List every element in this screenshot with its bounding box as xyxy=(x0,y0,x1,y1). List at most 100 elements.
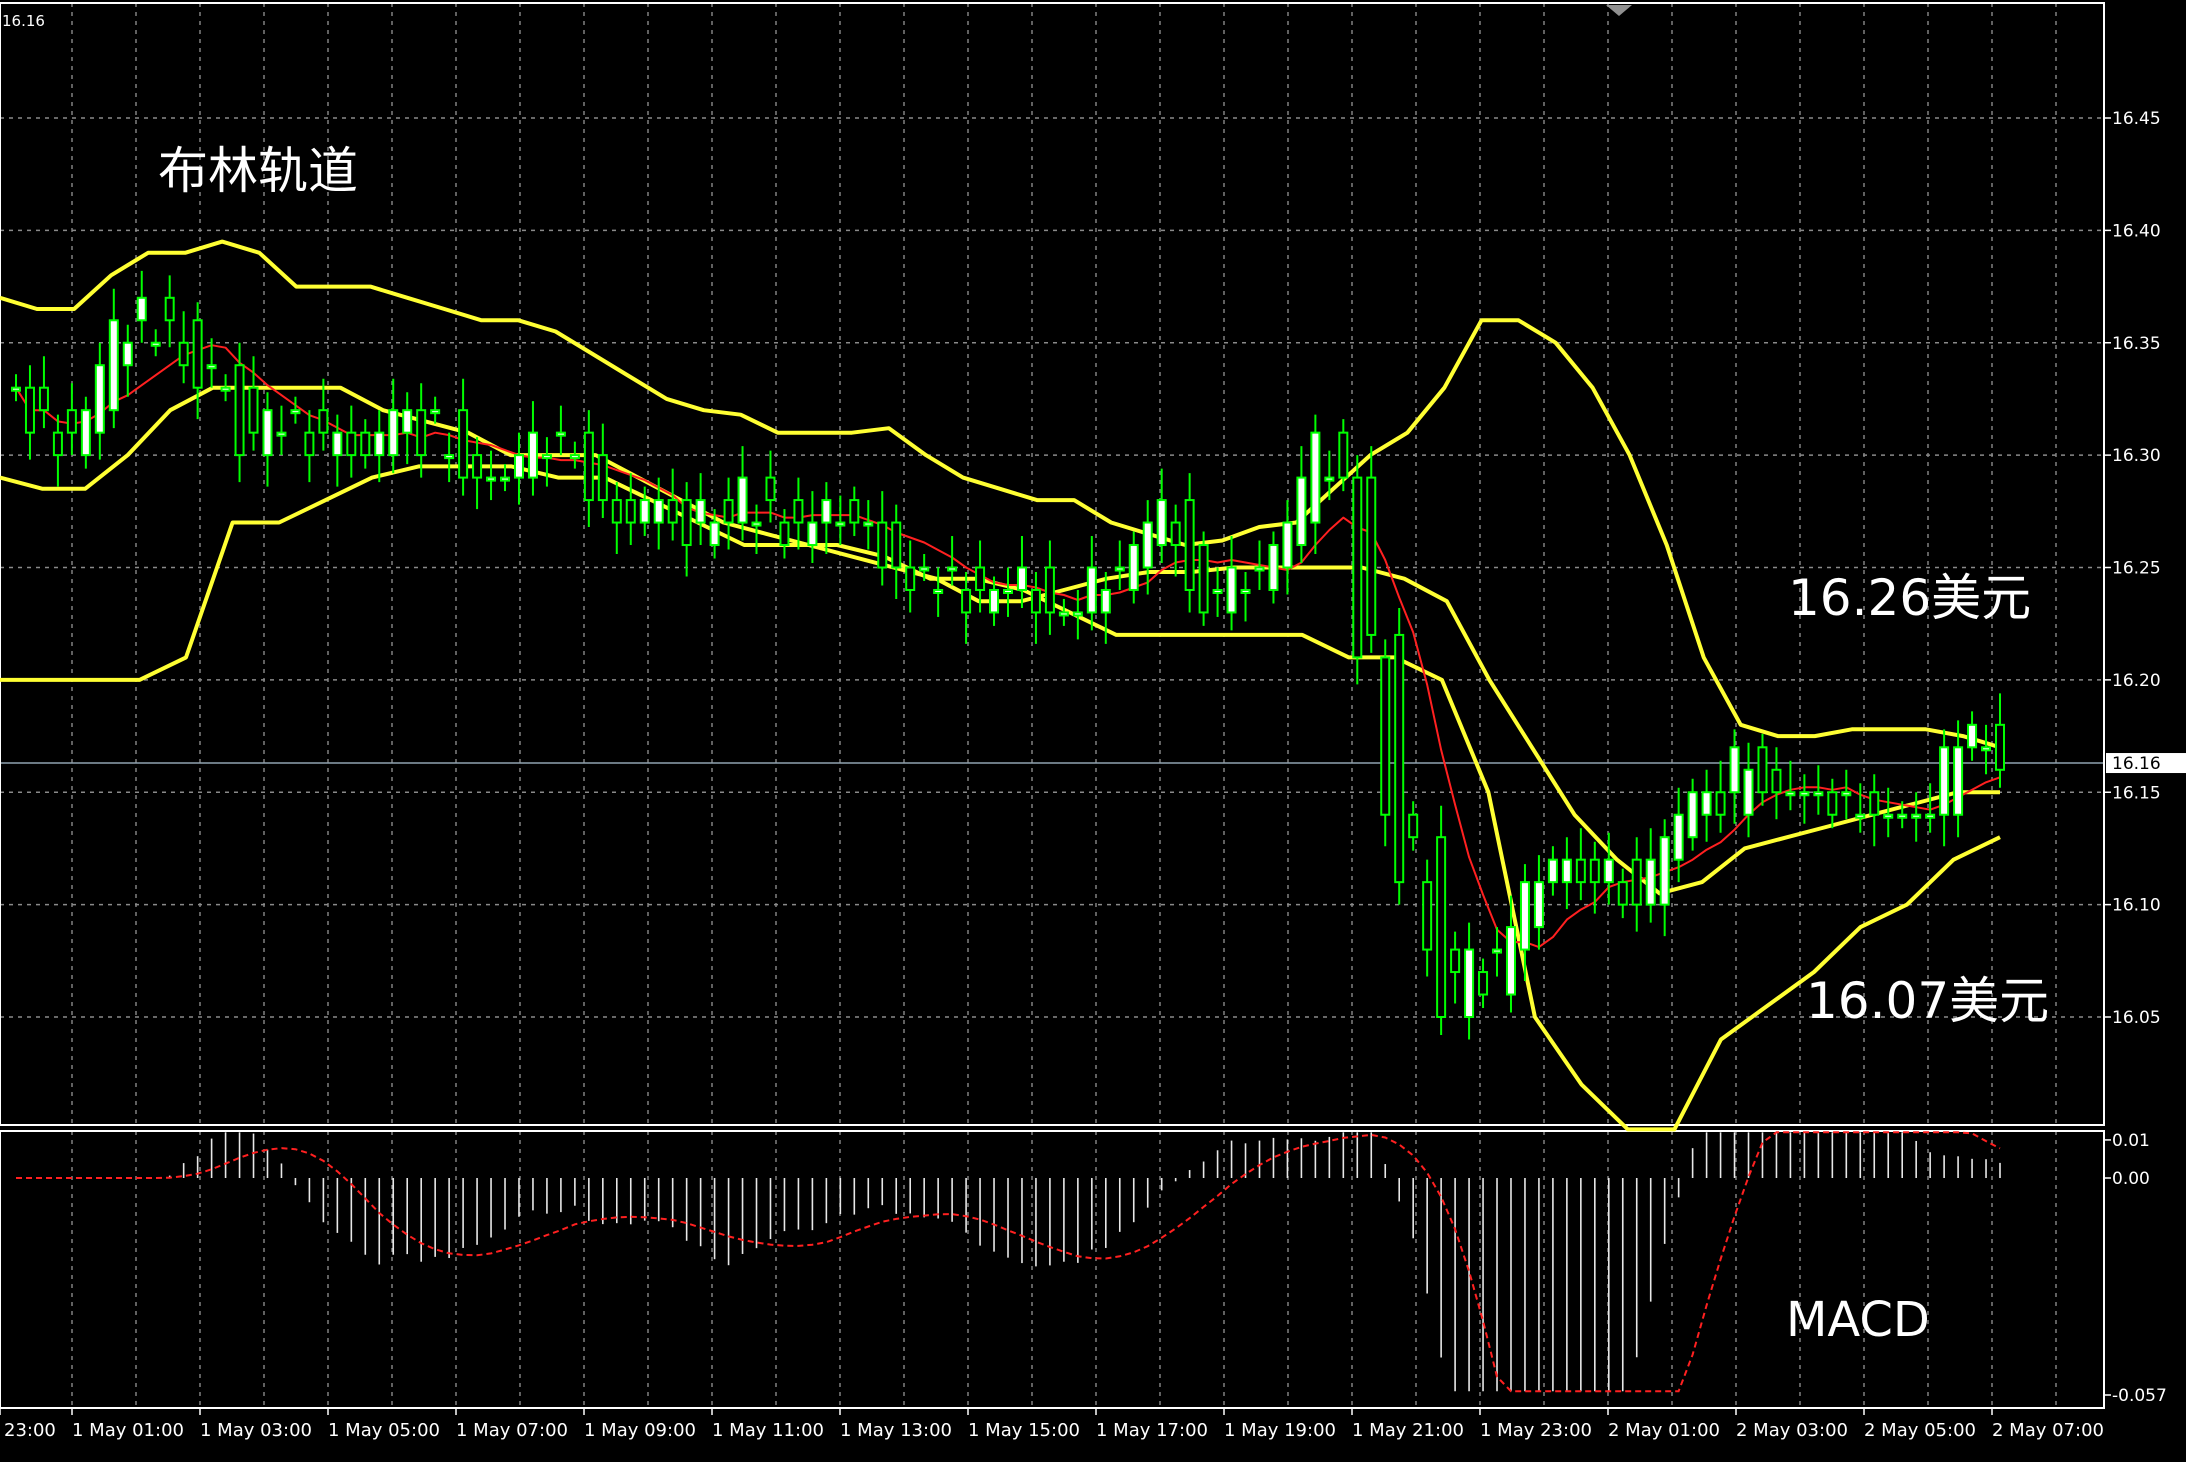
candle-body xyxy=(1184,499,1195,591)
candle-body xyxy=(1352,476,1363,659)
candle-body xyxy=(555,431,566,437)
candle-body xyxy=(1394,633,1405,884)
x-tick-label: 1 May 13:00 xyxy=(840,1420,952,1441)
lower-price-annotation: 16.07美元 xyxy=(1806,972,2049,1030)
candle-body xyxy=(1603,858,1614,884)
candlestick-chart: 23:00 1 May 01:00 1 May 03:00 1 May 05:00 1 … xyxy=(0,0,2186,1458)
candle-body xyxy=(262,409,273,457)
x-tick-label: 2 May 01:00 xyxy=(1608,1420,1720,1441)
candle-body xyxy=(1072,611,1083,617)
candle-body xyxy=(583,431,594,502)
candle-body xyxy=(220,386,231,392)
candle-body xyxy=(639,499,650,524)
candle-body xyxy=(1170,521,1181,547)
candle-body xyxy=(1114,566,1125,572)
candle-body xyxy=(486,476,497,482)
candle-body xyxy=(1771,768,1782,794)
x-tick-label: 1 May 09:00 xyxy=(584,1420,696,1441)
candle-body xyxy=(1925,813,1936,819)
candle-body xyxy=(1729,746,1740,794)
candle-body xyxy=(1631,858,1642,906)
candle-body xyxy=(108,319,119,412)
candle-body xyxy=(793,499,804,524)
candle-body xyxy=(1939,746,1950,816)
candle xyxy=(1366,446,1377,653)
candle-body xyxy=(653,499,664,524)
candle-body xyxy=(122,341,133,367)
candle-body xyxy=(835,521,846,527)
top-left-price-label: 16.16 xyxy=(2,12,45,30)
candle-body xyxy=(11,386,21,392)
candle-body xyxy=(66,409,77,434)
candle-body xyxy=(541,454,552,460)
candle-body xyxy=(695,499,706,524)
candle-body xyxy=(80,409,91,457)
candle-body xyxy=(1701,791,1712,816)
candle-body xyxy=(947,566,958,572)
candle-body xyxy=(1324,476,1335,482)
y-tick-label: 16.25 xyxy=(2112,559,2161,579)
candle-body xyxy=(975,566,986,591)
candle-body xyxy=(1953,746,1964,816)
candle-body xyxy=(681,499,692,547)
candle-body xyxy=(765,476,776,502)
candle-body xyxy=(1380,656,1391,816)
candle-body xyxy=(877,521,888,569)
y-tick-label: 16.35 xyxy=(2112,334,2161,354)
candle-body xyxy=(611,499,622,524)
candle-body xyxy=(1282,521,1293,569)
candle-body xyxy=(1841,791,1852,797)
candle-body xyxy=(1128,544,1139,591)
candle xyxy=(1394,607,1405,905)
x-tick-label: 2 May 05:00 xyxy=(1864,1420,1976,1441)
candle-body xyxy=(360,431,371,457)
candle-body xyxy=(1575,858,1586,884)
candle-body xyxy=(164,296,175,322)
candle-body xyxy=(1212,588,1223,594)
candle-body xyxy=(1687,791,1698,839)
candle-body xyxy=(500,476,511,482)
candle-body xyxy=(1198,544,1209,614)
y-tick-label: 16.45 xyxy=(2112,109,2161,129)
candle-body xyxy=(1715,791,1726,816)
candle xyxy=(1198,531,1209,626)
candle-body xyxy=(919,566,930,572)
x-tick-label: 1 May 05:00 xyxy=(328,1420,440,1441)
y-tick-label: 16.05 xyxy=(2112,1008,2161,1028)
candle-body xyxy=(1589,858,1600,884)
candle-body xyxy=(723,499,734,524)
candle-body xyxy=(1226,566,1237,614)
x-tick-label: 1 May 15:00 xyxy=(968,1420,1080,1441)
candle-body xyxy=(527,431,538,479)
candle-body xyxy=(597,454,608,502)
candle-body xyxy=(1533,881,1544,929)
candle-body xyxy=(94,364,105,434)
macd-y-tick-label: 0.01 xyxy=(2112,1131,2150,1151)
candle-body xyxy=(1967,723,1978,749)
y-tick-label: 16.10 xyxy=(2112,896,2161,916)
candle-body xyxy=(1813,791,1824,797)
candle-body xyxy=(1003,588,1013,594)
candle-body xyxy=(248,386,259,434)
candle-body xyxy=(150,341,161,347)
candle-body xyxy=(1547,858,1558,884)
candle-body xyxy=(807,521,818,547)
candle-body xyxy=(1785,791,1796,797)
candle-body xyxy=(1645,858,1656,906)
candle-body xyxy=(1016,566,1027,591)
candle-body xyxy=(1897,813,1908,819)
candle-body xyxy=(136,296,147,322)
upper-price-annotation: 16.26美元 xyxy=(1788,569,2031,627)
candle-body xyxy=(1338,431,1349,479)
candle-body xyxy=(1855,813,1866,819)
candle-body xyxy=(304,431,315,457)
x-tick-label: 1 May 03:00 xyxy=(200,1420,312,1441)
candle-body xyxy=(667,499,678,524)
candle-body xyxy=(1492,948,1503,954)
x-tick-label: 1 May 23:00 xyxy=(1480,1420,1592,1441)
candle-body xyxy=(1142,521,1153,569)
candle-body xyxy=(1450,948,1461,974)
chart-title: 布林轨道 xyxy=(158,142,358,200)
candle-body xyxy=(961,588,972,614)
x-tick-label: 2 May 03:00 xyxy=(1736,1420,1848,1441)
